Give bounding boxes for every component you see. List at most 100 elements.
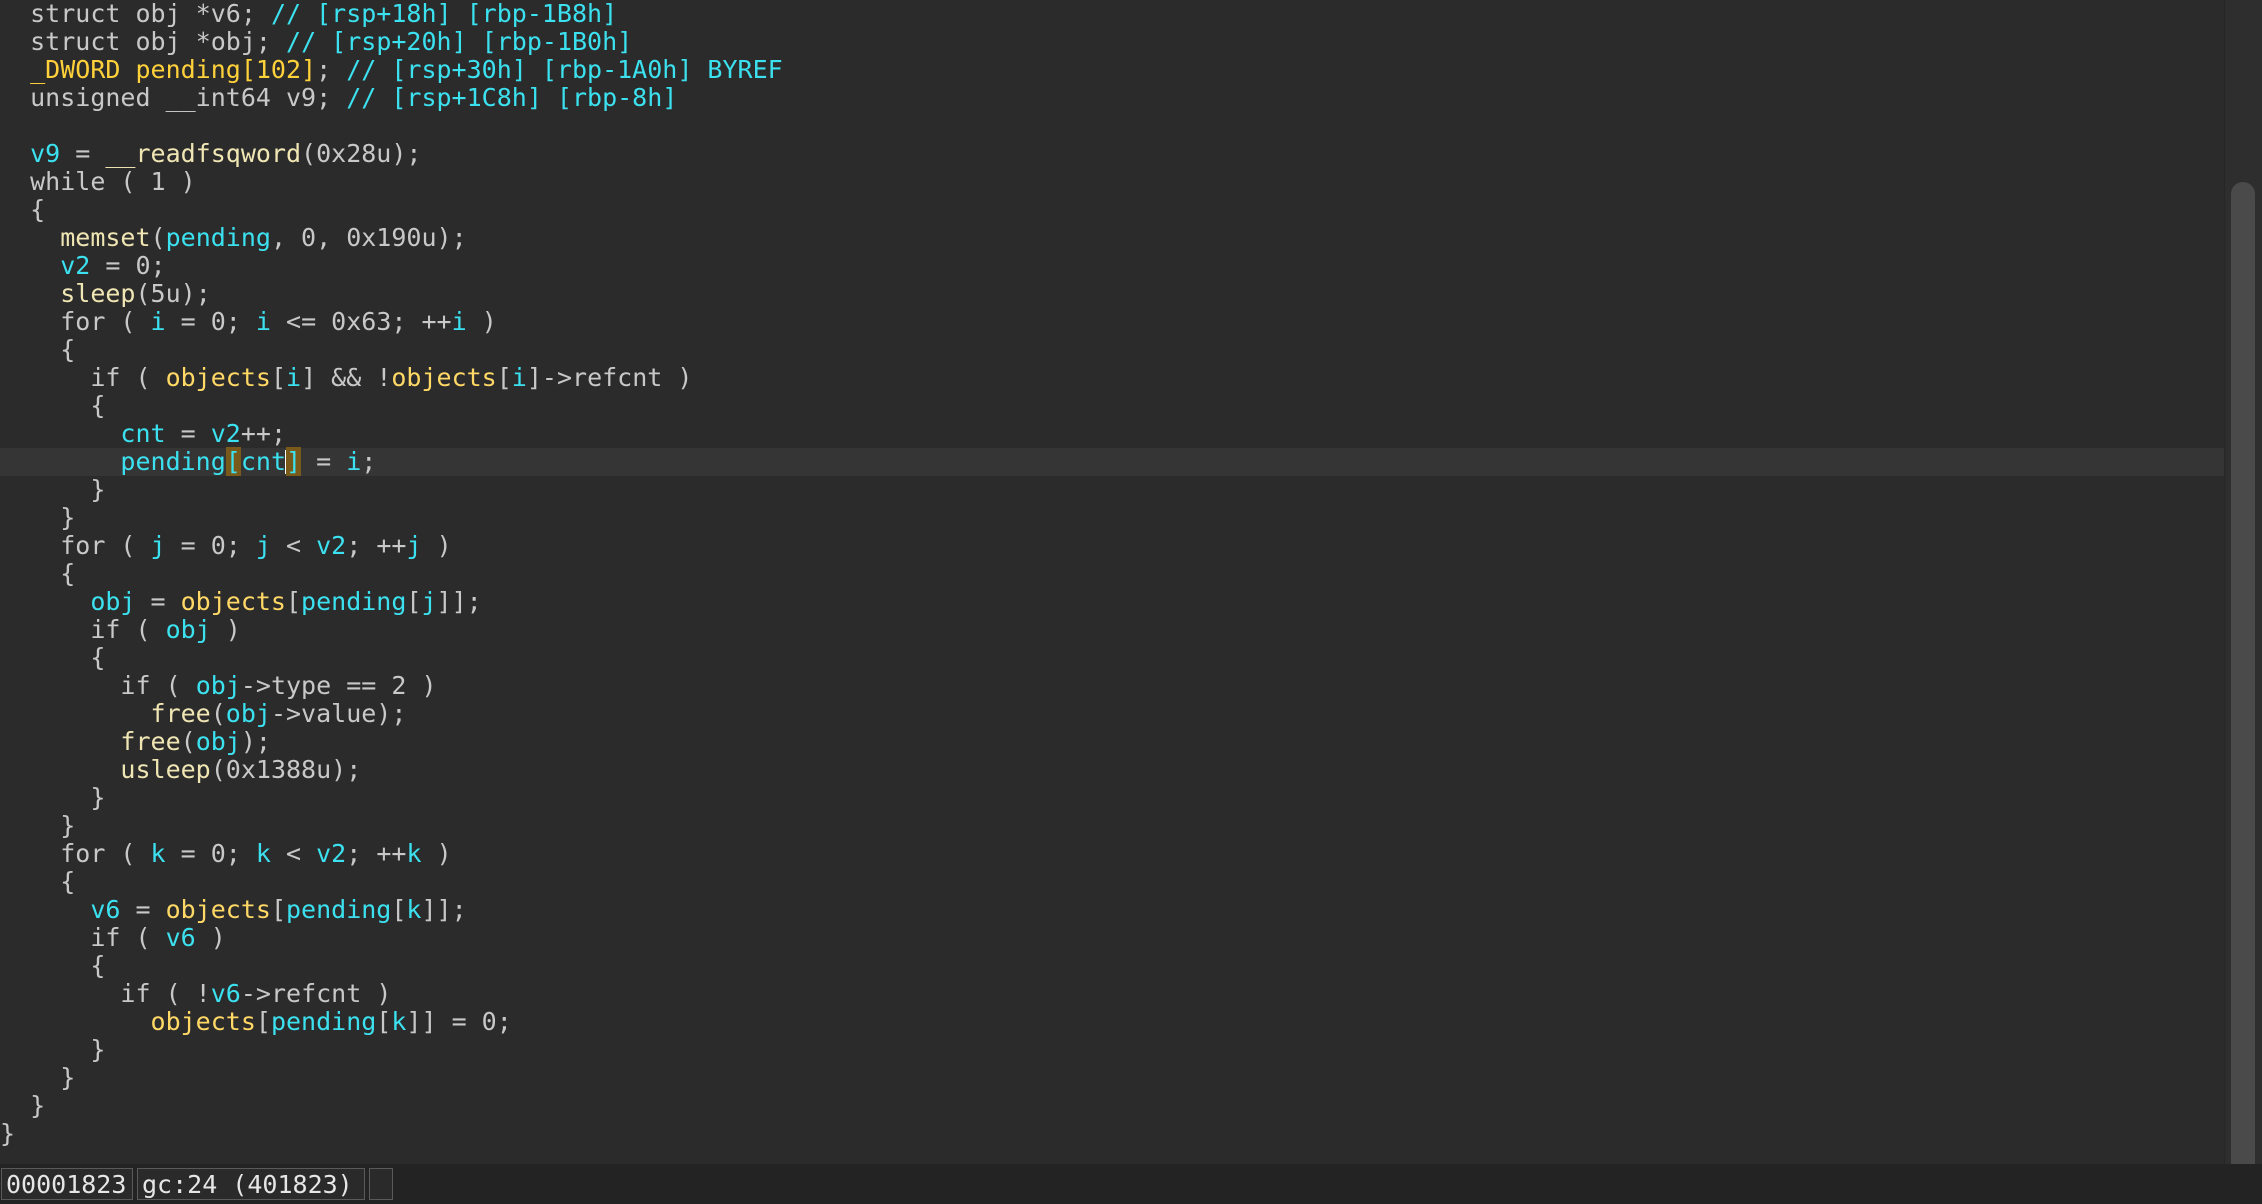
code-token[interactable]: )	[422, 839, 452, 868]
code-token[interactable]: if	[120, 671, 150, 700]
code-token[interactable]: ;	[256, 27, 286, 56]
code-token[interactable]: objects	[181, 587, 286, 616]
code-token[interactable]: pending	[166, 223, 271, 252]
code-line[interactable]: }	[0, 504, 2224, 532]
code-token[interactable]: pending	[301, 587, 406, 616]
code-line[interactable]: }	[0, 476, 2224, 504]
code-token[interactable]: (	[211, 699, 226, 728]
code-token[interactable]: v9	[286, 83, 316, 112]
code-line[interactable]: if ( obj )	[0, 616, 2224, 644]
code-token[interactable]: ] && !	[301, 363, 391, 392]
code-token[interactable]: if	[90, 363, 120, 392]
code-token[interactable]: }	[60, 503, 75, 532]
code-line[interactable]: usleep(0x1388u);	[0, 756, 2224, 784]
code-token[interactable]: ( 1 )	[105, 167, 195, 196]
code-token[interactable]: objects	[151, 1007, 256, 1036]
code-token[interactable]: [	[225, 447, 241, 476]
code-token[interactable]: v9	[30, 139, 60, 168]
code-token[interactable]: pending	[286, 895, 391, 924]
code-token[interactable]: v6	[90, 895, 120, 924]
code-token[interactable]: for	[60, 839, 105, 868]
code-token[interactable]: }	[60, 811, 75, 840]
code-token[interactable]: ]];	[421, 895, 466, 924]
code-token[interactable]: }	[60, 1063, 75, 1092]
code-token[interactable]: // [rsp+20h] [rbp-1B0h]	[286, 27, 632, 56]
code-token[interactable]: ++;	[241, 419, 286, 448]
code-line[interactable]: {	[0, 196, 2224, 224]
code-token[interactable]: i	[346, 447, 361, 476]
code-token[interactable]: for	[60, 531, 105, 560]
code-token[interactable]: ]->refcnt )	[527, 363, 693, 392]
code-token[interactable]: =	[135, 587, 180, 616]
code-line[interactable]: v9 = __readfsqword(0x28u);	[0, 140, 2224, 168]
code-token[interactable]: [	[376, 1007, 391, 1036]
code-token[interactable]: )	[196, 923, 226, 952]
code-token[interactable]: ; ++	[346, 531, 406, 560]
code-token[interactable]: obj	[196, 671, 241, 700]
code-token[interactable]: (	[181, 727, 196, 756]
code-token[interactable]: {	[90, 391, 105, 420]
code-token[interactable]: <	[271, 531, 316, 560]
code-token[interactable]: v2	[316, 531, 346, 560]
code-token[interactable]: [	[271, 895, 286, 924]
code-token[interactable]: if	[120, 979, 150, 1008]
code-token[interactable]: ;	[316, 83, 346, 112]
code-token[interactable]: if	[90, 615, 120, 644]
code-token[interactable]: __readfsqword	[105, 139, 301, 168]
code-line[interactable]: _DWORD pending[102]; // [rsp+30h] [rbp-1…	[0, 56, 2224, 84]
code-line[interactable]	[0, 112, 2224, 140]
code-token[interactable]: ]];	[437, 587, 482, 616]
code-line[interactable]: sleep(5u);	[0, 280, 2224, 308]
code-line[interactable]: for ( k = 0; k < v2; ++k )	[0, 840, 2224, 868]
code-token[interactable]: {	[60, 867, 75, 896]
code-token[interactable]: // [rsp+1C8h] [rbp-8h]	[346, 83, 677, 112]
code-token[interactable]: ; ++	[346, 839, 406, 868]
code-line[interactable]: }	[0, 784, 2224, 812]
code-token[interactable]: (	[120, 923, 165, 952]
code-token[interactable]: v6	[166, 923, 196, 952]
code-line-current[interactable]: pending[cnt] = i;	[0, 447, 2224, 476]
code-token[interactable]: i	[151, 307, 166, 336]
code-token[interactable]: for	[60, 307, 105, 336]
code-token[interactable]: objects	[391, 363, 496, 392]
code-token[interactable]: [	[391, 895, 406, 924]
code-token[interactable]: ( !	[151, 979, 211, 1008]
code-token[interactable]: [	[271, 363, 286, 392]
code-token[interactable]: (	[120, 363, 165, 392]
code-token[interactable]: k	[151, 839, 166, 868]
code-token[interactable]: memset	[60, 223, 150, 252]
code-token[interactable]: {	[30, 195, 45, 224]
code-token[interactable]: cnt	[241, 447, 286, 476]
code-token[interactable]: }	[90, 475, 105, 504]
code-token[interactable]: struct obj	[30, 0, 196, 28]
code-token[interactable]: v6	[211, 979, 241, 1008]
code-line[interactable]: struct obj *obj; // [rsp+20h] [rbp-1B0h]	[0, 28, 2224, 56]
code-line[interactable]: unsigned __int64 v9; // [rsp+1C8h] [rbp-…	[0, 84, 2224, 112]
code-line[interactable]: {	[0, 952, 2224, 980]
code-token[interactable]: free	[120, 727, 180, 756]
code-token[interactable]: v2	[211, 419, 241, 448]
code-token[interactable]: k	[256, 839, 271, 868]
code-line[interactable]: for ( i = 0; i <= 0x63; ++i )	[0, 308, 2224, 336]
code-token[interactable]: obj	[90, 587, 135, 616]
code-token[interactable]: = 0;	[166, 839, 256, 868]
code-token[interactable]: k	[406, 895, 421, 924]
code-token[interactable]: }	[90, 1035, 105, 1064]
code-token[interactable]: j	[406, 531, 421, 560]
code-token[interactable]: {	[90, 643, 105, 672]
code-token[interactable]: i	[452, 307, 467, 336]
code-token[interactable]: ;	[361, 447, 376, 476]
code-token[interactable]: (5u);	[135, 279, 210, 308]
code-token[interactable]: free	[151, 699, 211, 728]
code-token[interactable]: [	[286, 587, 301, 616]
code-line[interactable]: if ( obj->type == 2 )	[0, 672, 2224, 700]
code-line[interactable]: }	[0, 1036, 2224, 1064]
code-token[interactable]: v2	[316, 839, 346, 868]
code-token[interactable]: (	[120, 615, 165, 644]
code-token[interactable]: [	[497, 363, 512, 392]
code-token[interactable]: {	[60, 559, 75, 588]
pseudocode-editor[interactable]: struct obj *v6; // [rsp+18h] [rbp-1B8h] …	[0, 0, 2224, 1164]
code-token[interactable]: {	[90, 951, 105, 980]
code-token[interactable]: i	[256, 307, 271, 336]
code-token[interactable]: = 0;	[90, 251, 165, 280]
